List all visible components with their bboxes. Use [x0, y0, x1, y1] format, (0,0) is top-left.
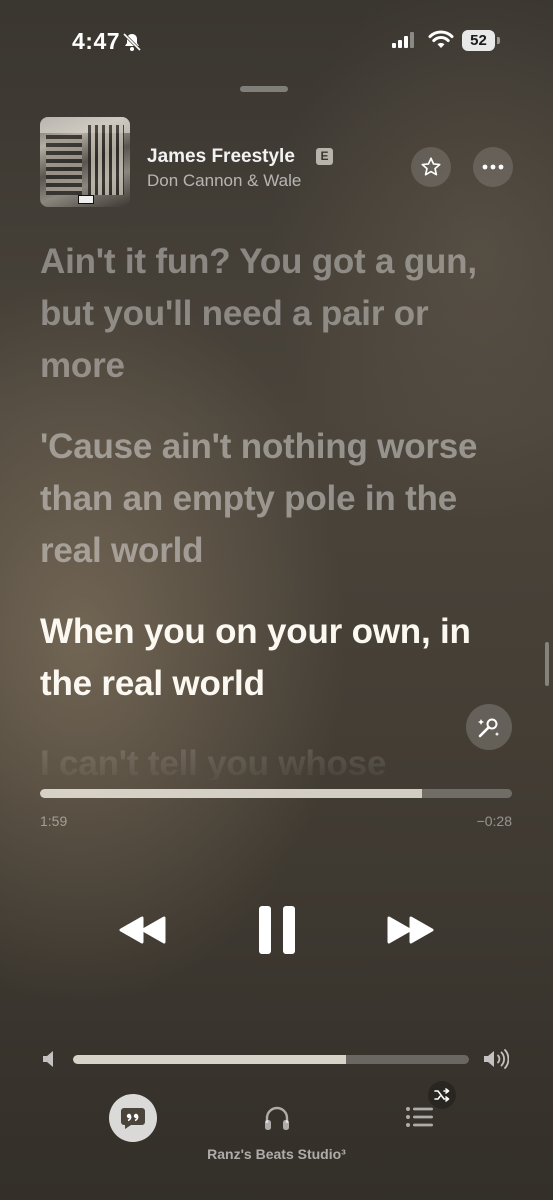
cellular-signal-icon [392, 32, 416, 53]
scroll-indicator[interactable] [545, 642, 549, 686]
lyrics-button[interactable] [109, 1094, 157, 1142]
track-artist[interactable]: Don Cannon & Wale [147, 171, 301, 191]
previous-icon [119, 916, 166, 944]
track-title[interactable]: James Freestyle [147, 146, 295, 168]
playback-progress-fill [40, 789, 423, 798]
shuffle-indicator [428, 1081, 456, 1109]
volume-high-icon [483, 1048, 510, 1075]
output-device-label: Ranz's Beats Studio³ [207, 1146, 346, 1162]
more-icon [482, 164, 504, 170]
sing-button[interactable] [466, 704, 512, 750]
sing-icon [478, 718, 500, 738]
next-button[interactable] [384, 910, 436, 950]
battery-icon: 52 [462, 30, 500, 51]
bell-slash-icon [122, 32, 142, 52]
favorite-button[interactable] [411, 147, 451, 187]
wifi-icon [428, 30, 454, 55]
lyric-line[interactable]: Ain't it fun? You got a gun, but you'll … [40, 236, 520, 392]
lyric-line[interactable]: 'Cause ain't nothing worse than an empty… [40, 421, 520, 577]
lyrics-icon [121, 1108, 145, 1129]
status-time: 4:47 [72, 28, 121, 54]
output-device-button[interactable] [258, 1099, 296, 1137]
airplay-headphones-icon [265, 1106, 289, 1130]
pause-button[interactable] [257, 904, 297, 956]
remaining-time: −0:28 [476, 813, 512, 829]
lyric-line-active[interactable]: When you on your own, in the real world [40, 606, 520, 710]
album-artwork[interactable] [40, 117, 130, 207]
explicit-badge: E [316, 148, 333, 165]
elapsed-time: 1:59 [40, 813, 68, 829]
star-icon [421, 157, 441, 176]
lyric-line[interactable]: I can't tell you whose [40, 738, 520, 780]
volume-low-icon [42, 1050, 56, 1073]
volume-slider[interactable] [73, 1055, 469, 1064]
pause-icon [259, 906, 295, 954]
queue-icon [406, 1107, 433, 1127]
volume-level-fill [73, 1055, 347, 1064]
playback-scrubber[interactable] [40, 789, 512, 798]
more-options-button[interactable] [473, 147, 513, 187]
sheet-grabber[interactable] [240, 86, 288, 92]
shuffle-icon [434, 1088, 450, 1102]
next-icon [387, 916, 434, 944]
battery-level: 52 [462, 30, 495, 51]
previous-button[interactable] [117, 910, 169, 950]
